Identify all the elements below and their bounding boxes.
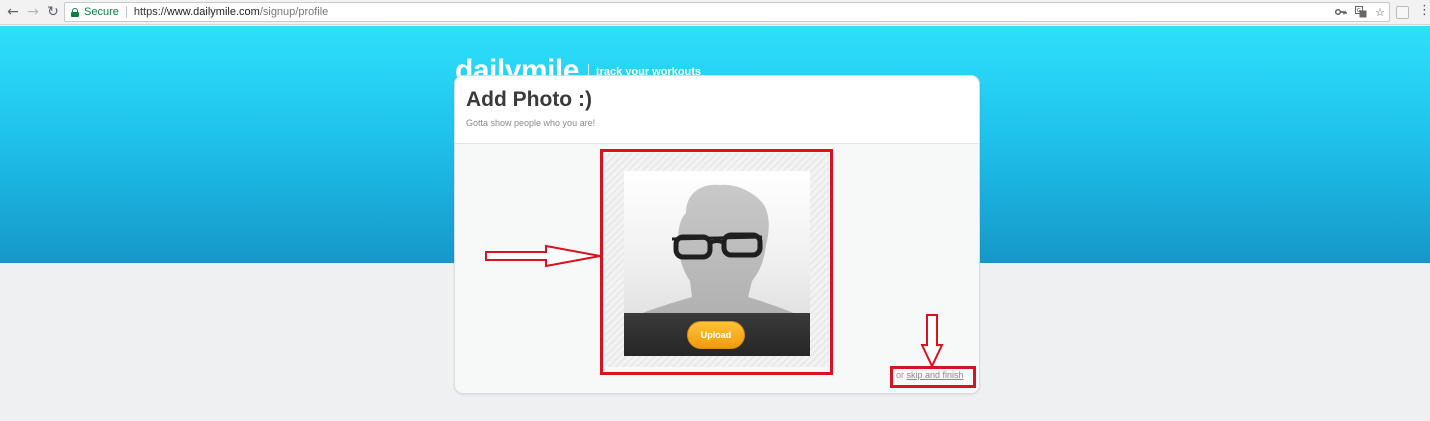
down-arrow-annotation-icon [920,314,944,369]
photo-highlight-box [600,149,833,375]
card-header: Add Photo :) Gotta show people who you a… [455,76,979,144]
browser-toolbar: ← → ↻ Secure https://www.dailymile.com/s… [0,0,1430,25]
url-text[interactable]: https://www.dailymile.com/signup/profile [134,6,328,18]
back-arrow-icon[interactable]: ← [3,2,23,22]
secure-label: Secure [84,6,119,18]
address-bar[interactable]: Secure https://www.dailymile.com/signup/… [64,2,1390,22]
key-icon[interactable] [1335,8,1347,16]
address-divider [125,6,127,18]
menu-dots-icon[interactable]: ⋮ [1418,4,1430,17]
translate-icon[interactable]: G [1355,6,1367,18]
extension-icon[interactable] [1396,6,1409,19]
url-path: /signup/profile [259,6,329,18]
bookmark-star-icon[interactable]: ☆ [1375,6,1385,19]
page-title: Add Photo :) [466,88,592,111]
lock-icon [71,7,79,17]
skip-highlight-box [890,366,976,388]
right-arrow-annotation-icon [485,244,601,268]
url-prefix: https:// [133,6,167,18]
page-subtitle: Gotta show people who you are! [466,118,596,128]
reload-icon[interactable]: ↻ [43,2,63,22]
svg-text:G: G [1357,8,1361,14]
forward-arrow-icon[interactable]: → [23,2,43,22]
url-host: www.dailymile.com [166,6,260,18]
